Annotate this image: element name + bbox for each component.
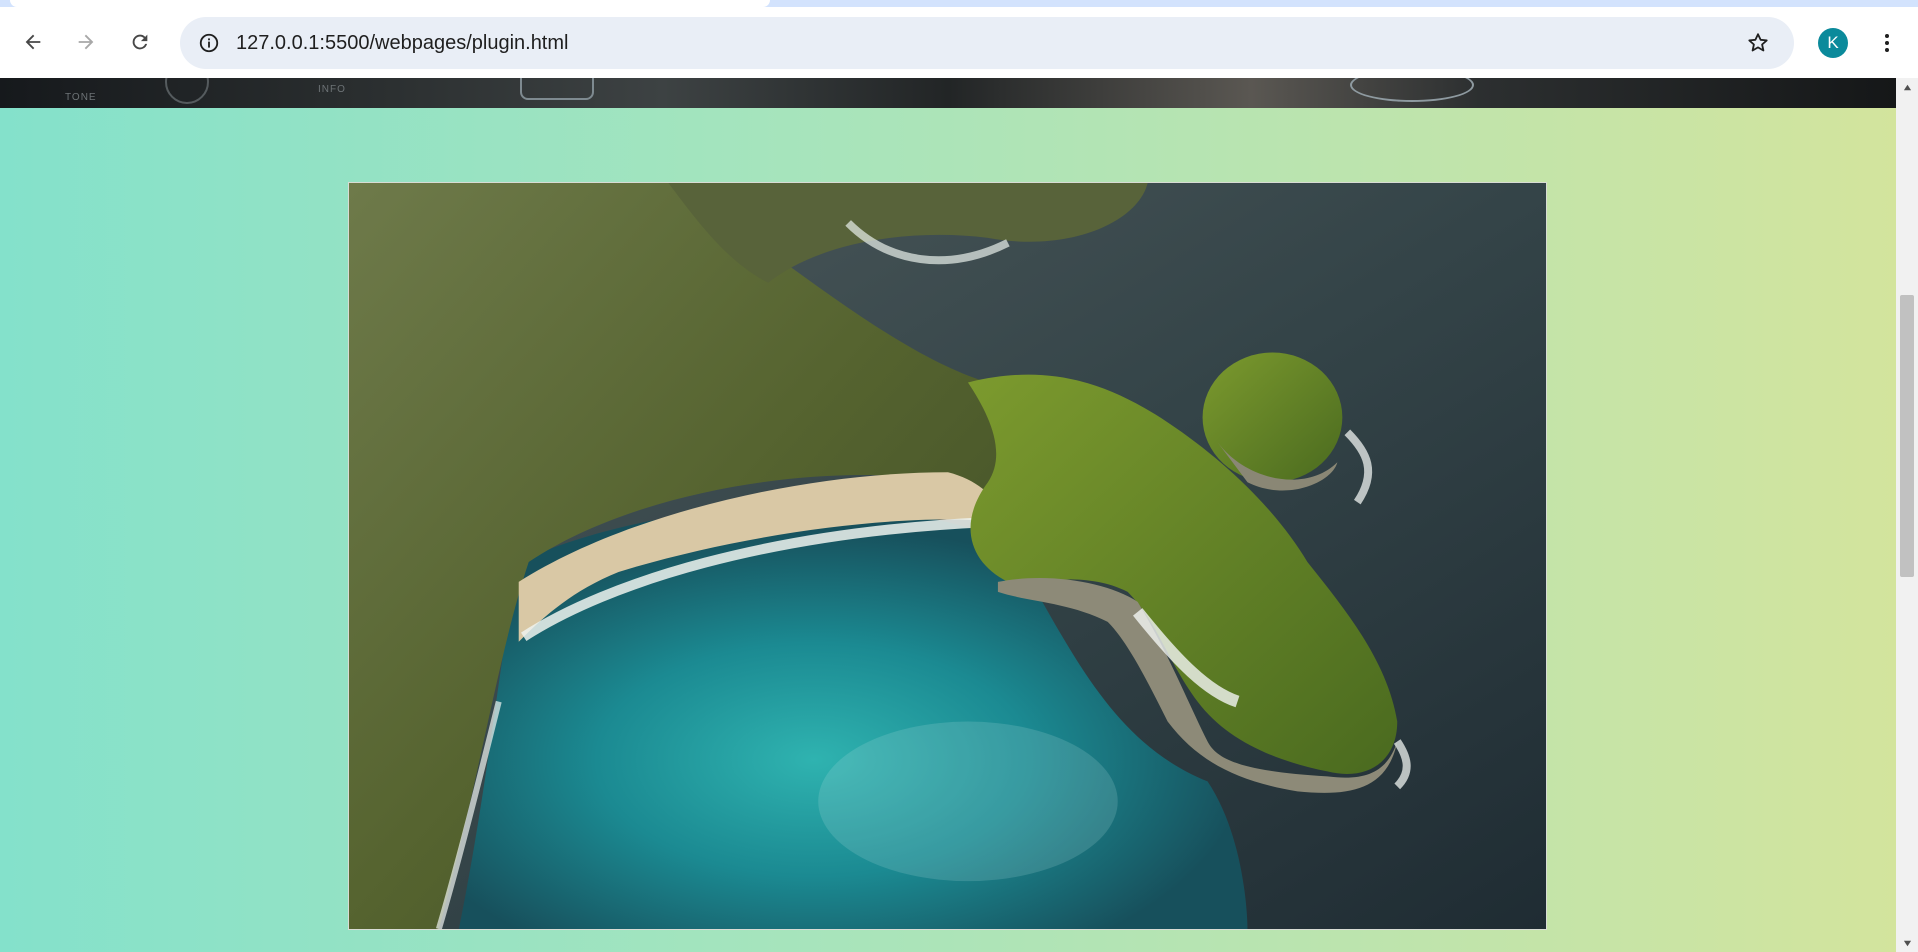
browser-toolbar: 127.0.0.1:5500/webpages/plugin.html K [0,7,1918,78]
profile-avatar[interactable]: K [1818,28,1848,58]
dial-graphic [165,78,209,104]
page-viewport: TONE INFO [0,78,1918,952]
tab-strip [0,0,1918,7]
more-menu-button[interactable] [1872,27,1902,59]
scroll-down-arrow[interactable] [1896,934,1918,952]
strip-label-info: INFO [318,84,346,95]
active-tab[interactable] [10,0,770,7]
triangle-up-icon [1903,84,1911,90]
url-text[interactable]: 127.0.0.1:5500/webpages/plugin.html [236,32,568,55]
site-info-button[interactable] [192,26,226,60]
site-info-icon [199,33,219,53]
previous-image-strip: TONE INFO [0,78,1896,108]
back-button[interactable] [16,25,50,59]
back-arrow-icon [25,34,41,50]
coastal-cliff-photo [348,182,1547,930]
bookmark-button[interactable] [1742,27,1774,59]
scroll-up-arrow[interactable] [1896,78,1918,96]
aerial-coast-image [349,183,1546,929]
forward-arrow-icon [78,34,94,50]
scroll-thumb[interactable] [1900,295,1914,577]
page-body: TONE INFO [0,78,1896,952]
forward-button[interactable] [69,25,103,59]
screen-graphic [520,78,594,100]
wheel-graphic [1350,78,1474,102]
reload-button[interactable] [123,25,157,59]
bookmark-star-icon [1748,33,1768,52]
address-bar[interactable]: 127.0.0.1:5500/webpages/plugin.html [180,17,1794,69]
more-menu-icon [1885,34,1889,52]
strip-label-tone: TONE [65,92,97,103]
reload-icon [132,34,148,50]
vertical-scrollbar[interactable] [1896,78,1918,952]
triangle-down-icon [1903,940,1911,946]
